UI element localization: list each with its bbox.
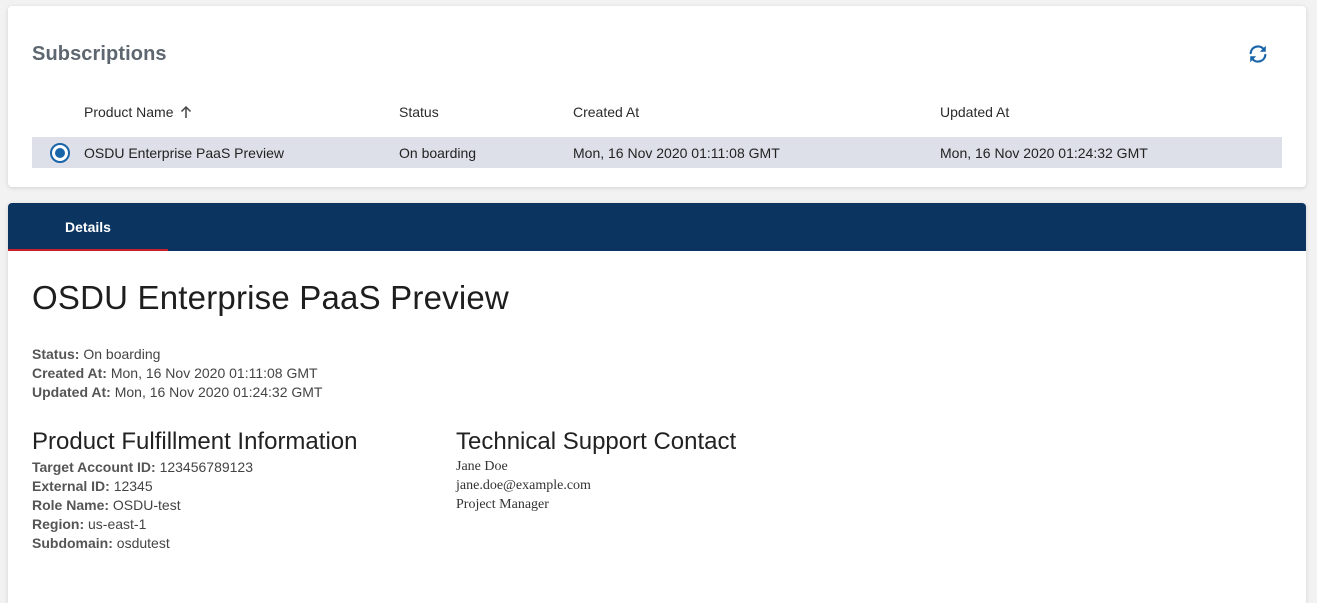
updated-at-value: Mon, 16 Nov 2020 01:24:32 GMT	[114, 384, 323, 400]
column-header-status[interactable]: Status	[399, 104, 439, 120]
support-name: Jane Doe	[456, 459, 508, 474]
row-select-radio[interactable]	[50, 143, 70, 163]
updated-at-line: Updated At: Mon, 16 Nov 2020 01:24:32 GM…	[32, 384, 323, 400]
cell-created-at: Mon, 16 Nov 2020 01:11:08 GMT	[573, 145, 780, 161]
refresh-button[interactable]	[1246, 42, 1270, 66]
status-line: Status: On boarding	[32, 346, 160, 362]
fulfillment-item: External ID: 12345	[32, 478, 153, 494]
support-email: jane.doe@example.com	[456, 478, 591, 493]
subscriptions-title: Subscriptions	[32, 43, 167, 65]
fulfillment-label: External ID:	[32, 478, 110, 494]
fulfillment-value: us-east-1	[88, 516, 147, 532]
tab-active-indicator	[8, 249, 168, 251]
fulfillment-label: Region:	[32, 516, 85, 532]
tab-details-label: Details	[65, 219, 111, 235]
fulfillment-title: Product Fulfillment Information	[32, 428, 358, 455]
fulfillment-value: 12345	[113, 478, 153, 494]
fulfillment-item: Subdomain: osdutest	[32, 535, 170, 551]
support-title: Technical Support Contact	[456, 428, 737, 455]
tab-bar: Details	[8, 203, 1306, 251]
fulfillment-label: Role Name:	[32, 497, 110, 513]
created-at-line: Created At: Mon, 16 Nov 2020 01:11:08 GM…	[32, 365, 318, 381]
refresh-icon	[1249, 45, 1267, 63]
fulfillment-label: Target Account ID:	[32, 459, 156, 475]
product-title: OSDU Enterprise PaaS Preview	[32, 279, 509, 316]
fulfillment-value: 123456789123	[159, 459, 253, 475]
status-value: On boarding	[83, 346, 161, 362]
created-at-value: Mon, 16 Nov 2020 01:11:08 GMT	[110, 365, 318, 381]
column-header-product-name[interactable]: Product Name	[84, 104, 193, 120]
column-header-updated-at[interactable]: Updated At	[940, 104, 1009, 120]
fulfillment-label: Subdomain:	[32, 535, 113, 551]
fulfillment-item: Region: us-east-1	[32, 516, 146, 532]
column-header-created-at[interactable]: Created At	[573, 104, 639, 120]
updated-at-label: Updated At:	[32, 384, 111, 400]
status-label: Status:	[32, 346, 80, 362]
column-header-label: Product Name	[84, 104, 174, 120]
fulfillment-value: osdutest	[116, 535, 170, 551]
table-row[interactable]: OSDU Enterprise PaaS Preview On boarding…	[32, 137, 1282, 168]
cell-updated-at: Mon, 16 Nov 2020 01:24:32 GMT	[940, 145, 1148, 161]
radio-selected-dot	[55, 148, 65, 158]
arrow-up-icon	[179, 105, 193, 119]
fulfillment-item: Target Account ID: 123456789123	[32, 459, 253, 475]
fulfillment-item: Role Name: OSDU-test	[32, 497, 181, 513]
subscriptions-card: Subscriptions Product Name Status Create…	[8, 6, 1306, 187]
created-at-label: Created At:	[32, 365, 107, 381]
support-role: Project Manager	[456, 497, 549, 512]
cell-status: On boarding	[399, 145, 477, 161]
details-card: Details OSDU Enterprise PaaS Preview Sta…	[8, 203, 1306, 603]
tab-details[interactable]: Details	[8, 203, 168, 251]
cell-product-name: OSDU Enterprise PaaS Preview	[84, 145, 284, 161]
fulfillment-value: OSDU-test	[112, 497, 181, 513]
